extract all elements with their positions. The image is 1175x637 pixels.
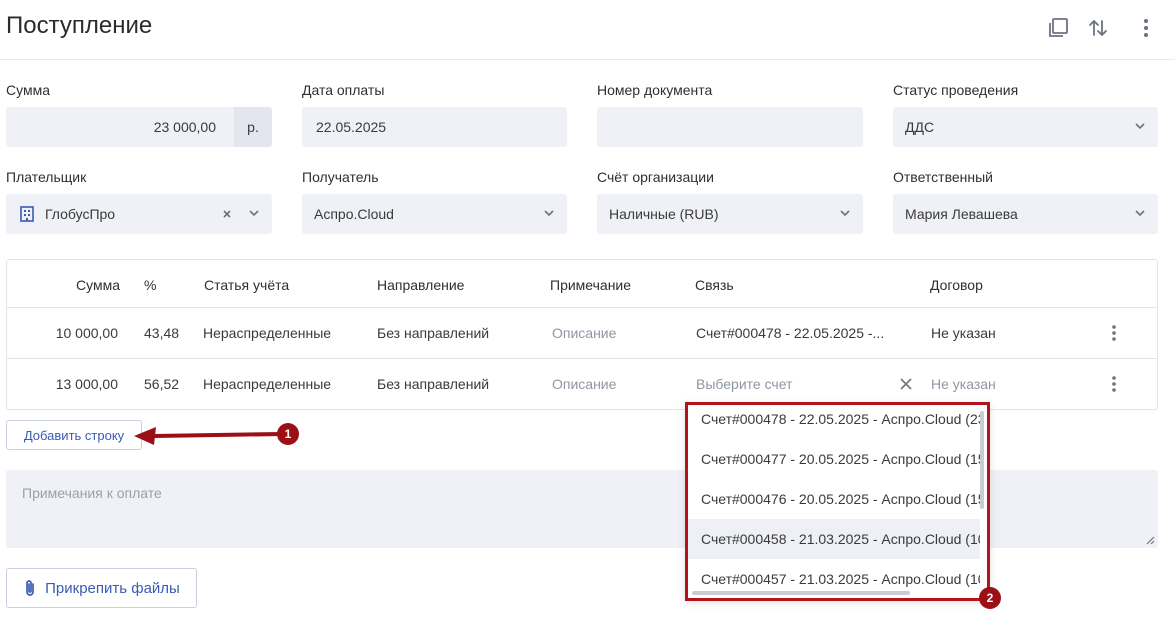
callout-1: 1: [277, 423, 299, 445]
payment-date-label: Дата оплаты: [302, 82, 385, 98]
row-article[interactable]: Нераспределенные: [203, 325, 331, 341]
amount-label: Сумма: [6, 82, 50, 98]
resize-handle-icon[interactable]: [1145, 535, 1155, 545]
invoice-select-input[interactable]: Выберите счет: [696, 376, 792, 392]
currency-addon: р.: [234, 107, 272, 147]
col-amount: Сумма: [76, 277, 120, 293]
recipient-select[interactable]: Аспро.Cloud: [302, 194, 567, 234]
row-menu-icon[interactable]: [1111, 375, 1117, 393]
callout-2: 2: [979, 587, 1001, 609]
invoice-dropdown[interactable]: Счет#000478 - 22.05.2025 - Аспро.Cloud (…: [685, 402, 990, 601]
org-account-value: Наличные (RUB): [609, 206, 719, 222]
org-account-label: Счёт организации: [597, 169, 714, 185]
payer-select[interactable]: ГлобусПро: [6, 194, 272, 234]
payer-label: Плательщик: [6, 169, 87, 185]
add-row-button[interactable]: Добавить строку: [6, 420, 142, 450]
chevron-down-icon: [544, 210, 554, 217]
responsible-select[interactable]: Мария Левашева: [893, 194, 1158, 234]
col-percent: %: [144, 277, 157, 293]
col-direction: Направление: [377, 277, 465, 293]
table-row[interactable]: 10 000,00 43,48 Нераспределенные Без нап…: [7, 307, 1157, 358]
recipient-label: Получатель: [302, 169, 379, 185]
chevron-down-icon: [1135, 210, 1145, 217]
status-value: ДДС: [905, 119, 935, 135]
col-article: Статья учёта: [204, 277, 290, 293]
split-table: Сумма % Статья учёта Направление Примеча…: [6, 259, 1158, 410]
annotation-arrow: [134, 427, 284, 445]
chevron-down-icon: [249, 210, 259, 217]
recipient-value: Аспро.Cloud: [314, 206, 394, 222]
status-select[interactable]: ДДС: [893, 107, 1158, 147]
vertical-scrollbar[interactable]: [980, 411, 984, 509]
row-direction[interactable]: Без направлений: [377, 376, 489, 392]
row-menu-icon[interactable]: [1111, 324, 1117, 342]
row-percent[interactable]: 56,52: [144, 376, 179, 392]
attach-files-button[interactable]: Прикрепить файлы: [6, 568, 197, 608]
amount-value: 23 000,00: [153, 119, 216, 135]
sort-icon[interactable]: [1086, 16, 1110, 40]
payer-value: ГлобусПро: [45, 206, 116, 222]
col-note: Примечание: [550, 277, 632, 293]
horizontal-scrollbar[interactable]: [692, 591, 910, 595]
row-article[interactable]: Нераспределенные: [203, 376, 331, 392]
row-note[interactable]: Описание: [552, 376, 616, 392]
row-contract[interactable]: Не указан: [931, 325, 996, 341]
responsible-value: Мария Левашева: [905, 206, 1018, 222]
row-amount[interactable]: 10 000,00: [47, 325, 118, 341]
doc-number-field[interactable]: [597, 107, 863, 147]
chevron-down-icon: [840, 210, 850, 217]
more-vertical-icon[interactable]: [1134, 16, 1158, 40]
payment-date-value: 22.05.2025: [316, 119, 387, 135]
payment-date-field[interactable]: 22.05.2025: [302, 107, 567, 147]
copy-icon[interactable]: [1046, 16, 1070, 40]
status-label: Статус проведения: [893, 82, 1019, 98]
responsible-label: Ответственный: [893, 169, 993, 185]
row-direction[interactable]: Без направлений: [377, 325, 489, 341]
dropdown-option[interactable]: Счет#000477 - 20.05.2025 - Аспро.Cloud (…: [688, 439, 980, 479]
paperclip-icon: [26, 580, 34, 596]
col-contract: Договор: [930, 277, 983, 293]
amount-field[interactable]: 23 000,00 р.: [6, 107, 272, 147]
clear-icon[interactable]: [222, 209, 232, 219]
doc-number-label: Номер документа: [597, 82, 713, 98]
clear-icon[interactable]: [900, 378, 912, 390]
building-icon: [20, 206, 34, 222]
col-link: Связь: [695, 277, 734, 293]
row-contract[interactable]: Не указан: [931, 376, 996, 392]
attach-files-label: Прикрепить файлы: [45, 579, 180, 597]
row-percent[interactable]: 43,48: [144, 325, 179, 341]
row-note[interactable]: Описание: [552, 325, 616, 341]
notes-placeholder: Примечания к оплате: [22, 485, 162, 501]
dropdown-option[interactable]: Счет#000476 - 20.05.2025 - Аспро.Cloud (…: [688, 479, 980, 519]
chevron-down-icon: [1135, 123, 1145, 130]
dropdown-option[interactable]: Счет#000478 - 22.05.2025 - Аспро.Cloud (…: [688, 405, 980, 439]
page-title: Поступление: [6, 12, 153, 39]
row-amount[interactable]: 13 000,00: [47, 376, 118, 392]
dropdown-option[interactable]: Счет#000458 - 21.03.2025 - Аспро.Cloud (…: [688, 519, 980, 559]
page-header: Поступление: [0, 0, 1175, 60]
org-account-select[interactable]: Наличные (RUB): [597, 194, 863, 234]
row-link[interactable]: Счет#000478 - 22.05.2025 -...: [696, 325, 884, 341]
